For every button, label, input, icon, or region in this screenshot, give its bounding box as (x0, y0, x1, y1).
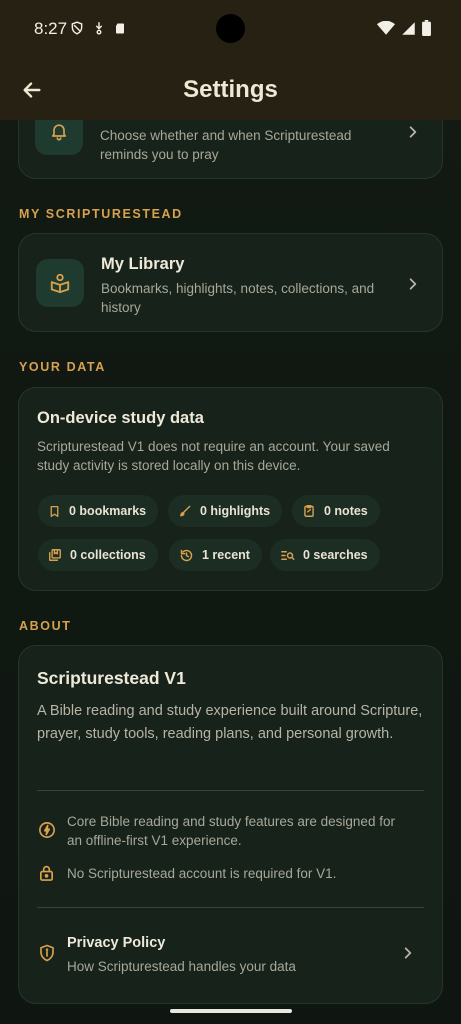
library-icon-box (36, 259, 84, 307)
study-data-card: On-device study data Scripturestead V1 d… (18, 387, 443, 591)
about-divider-top (37, 790, 424, 791)
search-list-icon (281, 550, 295, 560)
page-title: Settings (183, 76, 278, 103)
download-status-icon (95, 22, 103, 35)
signal-icon (402, 21, 415, 35)
bolt-icon (39, 822, 55, 838)
library-subtitle: Bookmarks, highlights, notes, collection… (101, 281, 375, 315)
bell-icon (51, 124, 67, 141)
my-library-card[interactable]: My Library Bookmarks, highlights, notes,… (18, 233, 443, 332)
app-bar: Settings (0, 60, 461, 120)
chip-label: 0 highlights (200, 504, 271, 518)
library-title: My Library (101, 255, 185, 273)
chip-label: 0 bookmarks (69, 504, 147, 518)
privacy-title: Privacy Policy (67, 935, 166, 951)
chevron-right-icon (409, 126, 417, 138)
shield-icon (40, 944, 54, 962)
chevron-right-icon (409, 278, 417, 290)
privacy-policy-row[interactable]: Privacy Policy How Scripturestead handle… (19, 920, 442, 984)
brush-icon (180, 505, 191, 517)
chip-label: 0 collections (70, 548, 146, 562)
chip-label: 1 recent (202, 548, 250, 562)
study-data-title: On-device study data (37, 409, 204, 427)
shield-status-icon (71, 21, 83, 35)
section-about: ABOUT (19, 619, 72, 633)
battery-icon (422, 20, 431, 36)
chevron-right-icon (404, 947, 412, 959)
about-divider-bottom (37, 907, 424, 908)
chip-label: 0 notes (324, 504, 368, 518)
no-account-text: No Scripturestead account is required fo… (67, 866, 337, 881)
chip-collections[interactable]: 0 collections (38, 539, 158, 571)
chip-bookmarks[interactable]: 0 bookmarks (38, 495, 159, 527)
collections-icon (49, 549, 61, 561)
chip-recent[interactable]: 1 recent (169, 539, 262, 571)
gesture-nav-handle[interactable] (170, 1009, 292, 1013)
section-your-data: YOUR DATA (19, 360, 106, 374)
chip-highlights[interactable]: 0 highlights (168, 495, 283, 527)
privacy-subtitle: How Scripturestead handles your data (67, 959, 296, 974)
top-bar: 8:27 Settings (0, 0, 461, 120)
sd-card-icon (116, 23, 124, 33)
chip-label: 0 searches (303, 548, 368, 562)
about-description: A Bible reading and study experience bui… (37, 703, 423, 742)
history-icon (180, 549, 193, 561)
status-right-icons (377, 20, 431, 36)
status-bar: 8:27 (0, 0, 461, 60)
study-data-description: Scripturestead V1 does not require an ac… (37, 439, 390, 473)
chip-searches[interactable]: 0 searches (270, 539, 380, 571)
bookmark-icon (50, 505, 59, 517)
status-left-icons (70, 20, 126, 36)
lock-icon (39, 865, 54, 881)
note-icon (304, 505, 314, 517)
reminders-subtitle: Choose whether and when Scripturestead r… (100, 128, 352, 162)
chip-notes[interactable]: 0 notes (292, 495, 380, 527)
reading-book-icon (50, 273, 70, 294)
camera-cutout (216, 14, 245, 43)
wifi-icon (377, 21, 395, 35)
section-my-scripturestead: MY SCRIPTURESTEAD (19, 207, 183, 221)
status-time: 8:27 (34, 19, 68, 38)
about-title: Scripturestead V1 (37, 668, 186, 688)
offline-feature-text: Core Bible reading and study features ar… (67, 814, 395, 848)
settings-scroll-content[interactable]: Choose whether and when Scripturestead r… (0, 0, 461, 1024)
